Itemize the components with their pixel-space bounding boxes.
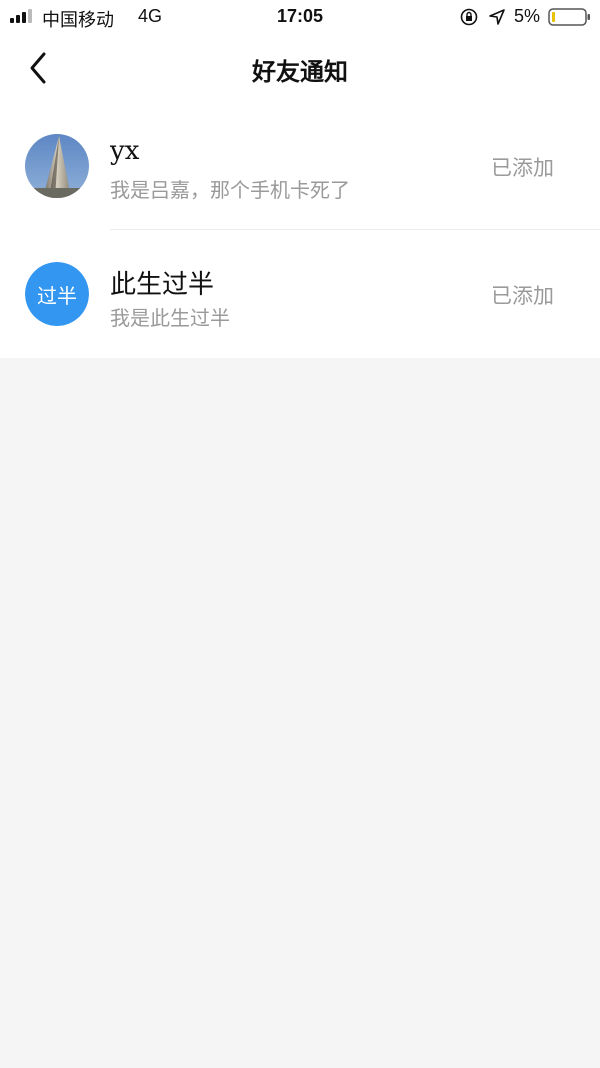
status-badge: 已添加 — [491, 156, 554, 180]
item-name: yx — [110, 136, 140, 166]
avatar-photo — [25, 134, 89, 198]
avatar[interactable]: 过半 — [25, 262, 89, 326]
status-bar: 中国移动 4G 17:05 5% — [0, 0, 600, 34]
location-icon — [489, 9, 505, 25]
list-item[interactable]: yx 我是吕嘉，那个手机卡死了 已添加 — [0, 102, 600, 230]
item-name: 此生过半 — [110, 270, 215, 300]
friend-notification-list: yx 我是吕嘉，那个手机卡死了 已添加 过半 此生过半 我是此生过半 已添加 — [0, 102, 600, 358]
avatar-text: 过半 — [25, 262, 89, 326]
nav-bar: 好友通知 — [0, 34, 600, 102]
lock-rotation-icon — [460, 8, 478, 26]
status-badge: 已添加 — [491, 284, 554, 308]
avatar[interactable] — [25, 134, 89, 198]
status-time: 17:05 — [276, 6, 324, 26]
item-message: 我是吕嘉，那个手机卡死了 — [110, 178, 350, 202]
page-title: 好友通知 — [252, 58, 348, 86]
item-message: 我是此生过半 — [110, 306, 230, 330]
battery-percent: 5% — [514, 6, 541, 26]
list-item[interactable]: 过半 此生过半 我是此生过半 已添加 — [0, 230, 600, 358]
battery-icon — [548, 8, 590, 26]
